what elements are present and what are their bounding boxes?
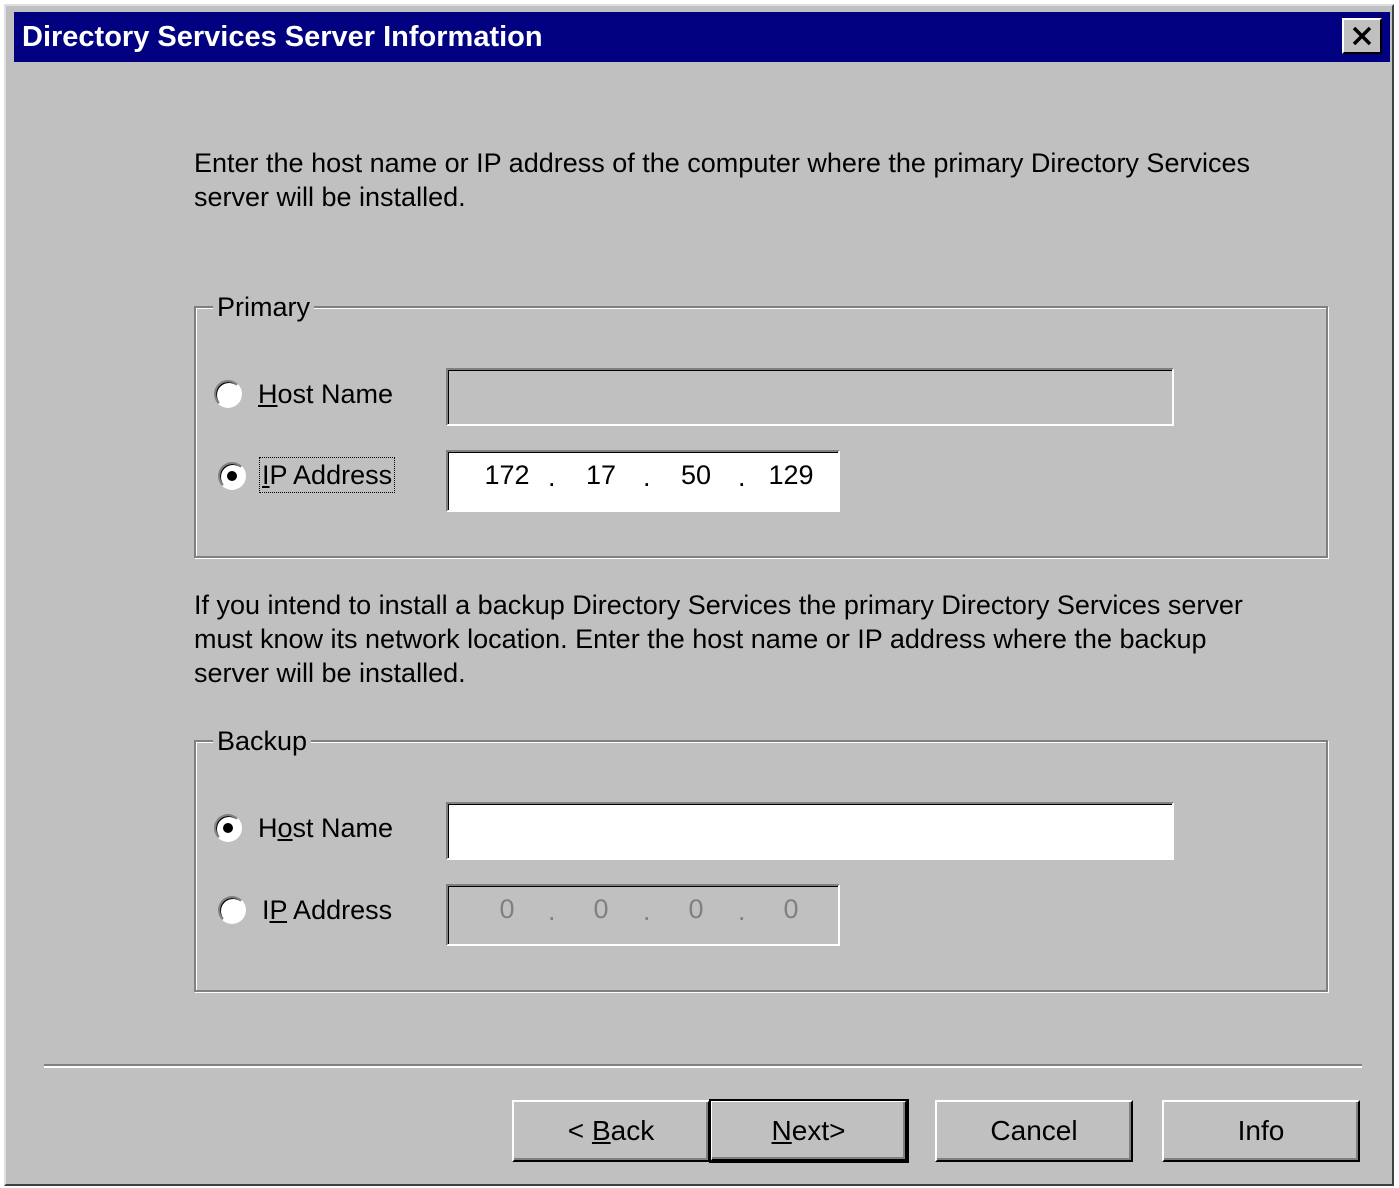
- primary-ip-address-input[interactable]: 172 . 17 . 50 . 129: [446, 450, 840, 512]
- back-button[interactable]: < Back: [512, 1100, 710, 1162]
- backup-groupbox: [194, 740, 1328, 992]
- ip-dot: .: [738, 462, 746, 492]
- backup-info-text: If you intend to install a backup Direct…: [194, 588, 1243, 690]
- dialog-window: Directory Services Server Information En…: [4, 4, 1394, 1186]
- intro-text-line: Enter the host name or IP address of the…: [194, 148, 1250, 178]
- primary-host-name-radio[interactable]: [214, 380, 242, 408]
- primary-host-name-label[interactable]: Host Name: [258, 377, 393, 411]
- ip-dot: .: [643, 896, 651, 926]
- close-button[interactable]: [1342, 18, 1382, 54]
- info-button[interactable]: Info: [1162, 1100, 1360, 1162]
- backup-host-name-label[interactable]: Host Name: [258, 811, 393, 845]
- backup-text-line: If you intend to install a backup Direct…: [194, 590, 1243, 620]
- cancel-button[interactable]: Cancel: [935, 1100, 1133, 1162]
- backup-text-line: server will be installed.: [194, 658, 466, 688]
- backup-ip-address-radio[interactable]: [218, 896, 246, 924]
- intro-text-line: server will be installed.: [194, 182, 466, 212]
- primary-host-name-input[interactable]: [446, 368, 1174, 426]
- ip-octet-3[interactable]: 50: [661, 458, 731, 492]
- ip-octet-4[interactable]: 0: [756, 892, 826, 926]
- title-bar[interactable]: Directory Services Server Information: [14, 12, 1390, 62]
- ip-octet-1[interactable]: 172: [472, 458, 542, 492]
- close-icon: [1352, 26, 1372, 46]
- intro-text: Enter the host name or IP address of the…: [194, 146, 1250, 214]
- ip-octet-3[interactable]: 0: [661, 892, 731, 926]
- backup-ip-address-input[interactable]: 0 . 0 . 0 . 0: [446, 884, 840, 946]
- window-title: Directory Services Server Information: [22, 21, 543, 53]
- ip-dot: .: [738, 896, 746, 926]
- primary-groupbox: [194, 306, 1328, 558]
- primary-ip-address-radio[interactable]: [218, 462, 246, 490]
- primary-group-label: Primary: [213, 290, 314, 324]
- separator-line: [44, 1064, 1362, 1068]
- backup-group-label: Backup: [213, 724, 312, 758]
- ip-octet-1[interactable]: 0: [472, 892, 542, 926]
- backup-ip-address-label[interactable]: IP Address: [262, 893, 392, 927]
- backup-host-name-input[interactable]: [446, 802, 1174, 860]
- ip-dot: .: [548, 896, 556, 926]
- ip-dot: .: [643, 462, 651, 492]
- ip-octet-2[interactable]: 0: [566, 892, 636, 926]
- primary-ip-address-label[interactable]: IP Address: [258, 457, 396, 493]
- next-button[interactable]: Next>: [709, 1099, 909, 1163]
- ip-octet-4[interactable]: 129: [756, 458, 826, 492]
- backup-text-line: must know its network location. Enter th…: [194, 624, 1207, 654]
- ip-octet-2[interactable]: 17: [566, 458, 636, 492]
- ip-dot: .: [548, 462, 556, 492]
- backup-host-name-radio[interactable]: [214, 814, 242, 842]
